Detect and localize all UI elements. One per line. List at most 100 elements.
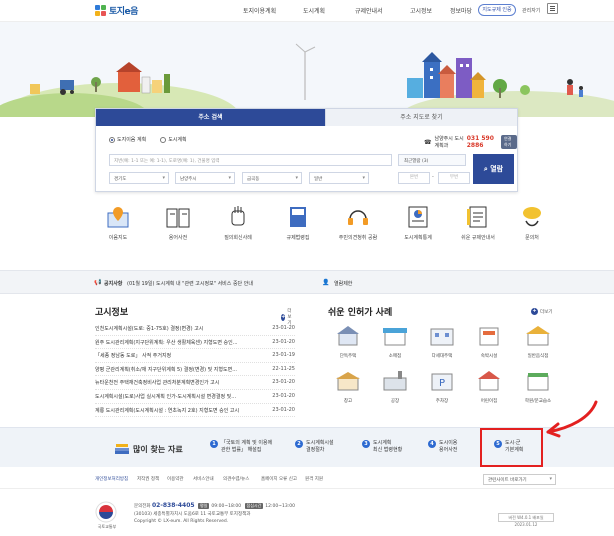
site-header: 토지e음 토지이용계획 도시계획 규제안내서 고시정보 정보마당 지도규제 인증… xyxy=(0,0,614,22)
document-icon xyxy=(467,206,487,228)
case-warehouse[interactable]: 창고 xyxy=(328,368,368,404)
nav-item-regulation-guide[interactable]: 규제안내서 xyxy=(355,6,383,15)
list-item[interactable]: 원주 도시관리계획(지구단위계획: 우산 생활체육센) 지형도면 승인... 23… xyxy=(95,336,295,350)
footer-link-privacy[interactable]: 개인정보처리방침 xyxy=(95,476,128,482)
list-item[interactable]: 뉴타운천전 주택재건축정비사업 관리처분계획변경인가 고시 23-01-20 xyxy=(95,376,295,390)
auth-button[interactable]: 지도규제 인증 xyxy=(478,4,516,16)
resource-item-1[interactable]: 1 「국토의 계획 및 이용에 관한 법률」 해설집 xyxy=(210,440,272,454)
sub-number-input[interactable]: 부번 xyxy=(438,172,470,184)
parking-icon: P xyxy=(431,373,453,391)
resource-item-4[interactable]: 4 도시이용 용어사전 xyxy=(428,440,457,454)
list-item[interactable]: 인천도시계획시설(도로: 중1-75호) 결정(변경) 고시 23-01-20 xyxy=(95,322,295,336)
quick-item-qa-cases[interactable]: 질의회신사례 xyxy=(215,203,261,241)
page: 토지e음 토지이용계획 도시계획 규제안내서 고시정보 정보마당 지도규제 인증… xyxy=(0,0,614,536)
footer-link-opinions[interactable]: 의견수렴/뉴스 xyxy=(223,476,249,482)
quick-item-easy-guide[interactable]: 쉬운 규제안내서 xyxy=(455,203,501,241)
notice-label: 공지사항 xyxy=(104,281,123,287)
book-icon xyxy=(166,208,190,228)
nav-item-info-center[interactable]: 정보마당 xyxy=(450,6,472,15)
footer-link-terms[interactable]: 이용약관 xyxy=(167,476,184,482)
quick-menu: 이음지도 용어사전 질의회신사례 규제법령집 주민의견청취 공람 도시계획통계 … xyxy=(95,203,555,253)
restriction-label[interactable]: 열람제한 xyxy=(334,280,352,287)
contact-info: ☎ 남양주시 도시계획과 031 590 2886 연결하기 xyxy=(424,135,517,149)
factory-icon xyxy=(383,371,407,391)
radio-land-use[interactable]: 도지이음 계획 xyxy=(109,136,146,143)
dong-select[interactable]: 금곡동 xyxy=(242,172,302,184)
headset-icon: ☎ xyxy=(424,138,432,146)
site-footer: 국토교통부 문의전화 02-838-4405 평일 09:00~18:00 점심시… xyxy=(0,488,614,536)
megaphone-icon: 📢 xyxy=(94,279,102,286)
permit-cases-more-link[interactable]: + 더보기 xyxy=(531,308,552,315)
permit-cases-title: 쉬운 인허가 사례 xyxy=(328,308,393,318)
user-icon: 👤 xyxy=(322,279,330,286)
recent-views-dropdown[interactable]: 최근열람 (3) xyxy=(398,154,466,166)
radio-off-icon xyxy=(160,136,167,143)
footer-link-copyright[interactable]: 저작권 정책 xyxy=(137,476,159,482)
site-logo[interactable]: 토지e음 xyxy=(95,4,138,17)
nav-item-city-plan[interactable]: 도시계획 xyxy=(303,6,325,15)
resource-item-2[interactable]: 2 도시계획시설 결정절차 xyxy=(295,440,334,454)
contact-label: 남양주시 도시계획과 xyxy=(434,136,464,149)
radio-city-plan[interactable]: 도시계획 xyxy=(160,136,187,143)
hero-illustration xyxy=(0,22,614,151)
announcement-section: 고시정보 + 더보기 인천도시계획시설(도로: 중1-75호) 결정(변경) 고시… xyxy=(95,305,295,418)
warehouse-icon xyxy=(336,372,360,391)
list-item[interactable]: 계룡 도시관리계획(도시계획시설 : 연초녹지 2호) 지형도면 승인 고시 23… xyxy=(95,404,295,418)
case-parking[interactable]: P 주차장 xyxy=(422,368,462,404)
case-lodging[interactable]: 숙박시설 xyxy=(469,323,509,359)
footer-link-remote[interactable]: 원격 지원 xyxy=(305,476,323,482)
tab-address-search[interactable]: 주소 검색 xyxy=(96,109,325,126)
resource-item-3[interactable]: 3 도시계획 최신 법령현황 xyxy=(362,440,402,454)
related-sites-select[interactable]: 관련사이트 바로가기 xyxy=(483,474,556,485)
announcement-list: 인천도시계획시설(도로: 중1-75호) 결정(변경) 고시 23-01-20 원… xyxy=(95,322,295,418)
connect-button[interactable]: 연결하기 xyxy=(500,135,517,149)
address-input[interactable]: 지번(예: 1-1 또는 예: 1-1), 도로명(예: 1), 건물명 입력 xyxy=(109,154,392,166)
footer-link-error-report[interactable]: 홈페이지 오류 신고 xyxy=(261,476,297,482)
quick-item-statistics[interactable]: 도시계획통계 xyxy=(395,203,441,241)
radio-on-icon xyxy=(109,136,115,143)
notice-text[interactable]: (01월 19일) 도시계획 내 "관련 고시정보" 서비스 중단 안내 xyxy=(127,280,253,287)
daycare-icon xyxy=(478,371,500,391)
case-restaurant[interactable]: 일반음식점 xyxy=(518,323,558,359)
search-button[interactable]: ⌕ 열람 xyxy=(473,154,514,184)
academy-icon xyxy=(527,373,549,391)
government-emblem-icon xyxy=(95,501,117,523)
case-retail-store[interactable]: 소매점 xyxy=(375,323,415,359)
quick-item-map[interactable]: 이음지도 xyxy=(95,203,141,241)
quick-item-law-book[interactable]: 규제법령집 xyxy=(275,203,321,241)
case-multi-family[interactable]: 다세대주택 xyxy=(422,323,462,359)
notice-bar: 📢 공지사항 (01월 19일) 도시계획 내 "관련 고시정보" 서비스 중단… xyxy=(0,270,614,294)
hand-icon xyxy=(231,206,245,226)
statistics-icon xyxy=(408,206,428,228)
case-factory[interactable]: 공장 xyxy=(375,368,415,404)
quick-item-contact[interactable]: 문의처 xyxy=(509,203,555,241)
type-select[interactable]: 일반 xyxy=(309,172,369,184)
headset-icon xyxy=(348,210,368,225)
highlight-box xyxy=(480,428,543,467)
main-number-input[interactable]: 본번 xyxy=(398,172,430,184)
city-select[interactable]: 남양주시 xyxy=(175,172,235,184)
list-item[interactable]: 「세종 정남동 도로」 사적 주거지정 23-01-19 xyxy=(95,349,295,363)
case-daycare[interactable]: 어린이집 xyxy=(469,368,509,404)
footer-link-service[interactable]: 서비스안내 xyxy=(193,476,214,482)
menu-icon[interactable] xyxy=(547,3,558,14)
lodging-icon xyxy=(479,327,499,346)
list-item[interactable]: 양평 군관리계획(취소/재 지구단위계획 5) 결정(변경) 및 지형도면...… xyxy=(95,363,295,377)
law-book-icon xyxy=(290,207,306,227)
permit-cases-section: 쉬운 인허가 사례 + 더보기 단독주택 소매점 다세대주택 숙박시설 일반음식점… xyxy=(328,305,560,404)
svg-text:P: P xyxy=(439,378,445,389)
multi-family-icon xyxy=(430,328,454,346)
case-detached-house[interactable]: 단독주택 xyxy=(328,323,368,359)
books-icon xyxy=(115,444,129,454)
admin-link[interactable]: 관리자기 xyxy=(522,7,540,14)
quick-item-glossary[interactable]: 용어사전 xyxy=(155,203,201,241)
ministry-name: 국토교통부 xyxy=(97,524,117,529)
nav-item-land-use[interactable]: 토지이용계획 xyxy=(243,6,276,15)
quick-item-public-hearing[interactable]: 주민의견청취 공람 xyxy=(335,203,381,241)
red-arrow-icon xyxy=(546,400,598,438)
province-select[interactable]: 경기도 xyxy=(109,172,169,184)
tab-map-search[interactable]: 주소 지도로 찾기 xyxy=(325,109,517,126)
nav-item-notice-info[interactable]: 고시정보 xyxy=(410,6,432,15)
number-separator: - xyxy=(432,174,434,180)
list-item[interactable]: 도시계획시설(도로)사업 실시계획 인가-도시계획시설 변경결정 및... 23-… xyxy=(95,390,295,404)
